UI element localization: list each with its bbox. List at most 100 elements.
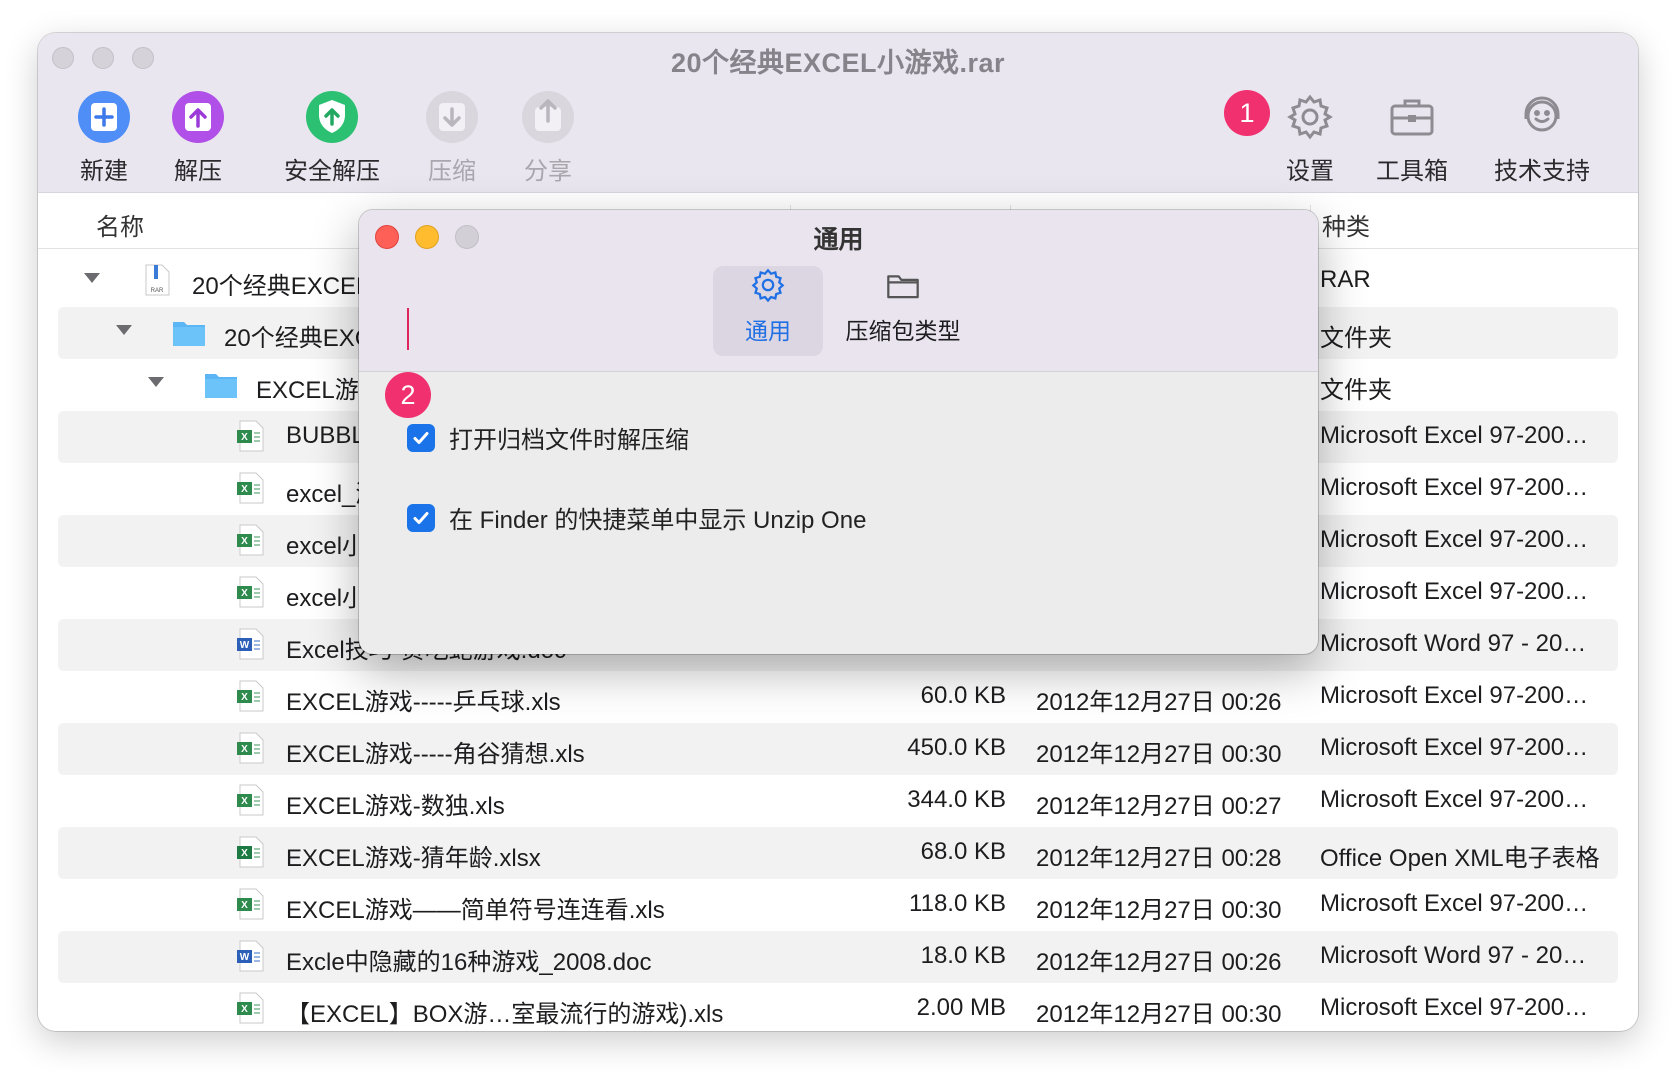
option-extract-on-open[interactable]: 打开归档文件时解压缩 bbox=[407, 420, 689, 455]
file-size: 118.0 KB bbox=[909, 890, 1006, 917]
option-finder-menu[interactable]: 在 Finder 的快捷菜单中显示 Unzip One bbox=[407, 500, 866, 535]
tab-archive-types-label: 压缩包类型 bbox=[845, 318, 961, 344]
toolbox-icon bbox=[1390, 99, 1434, 136]
file-date: 2012年12月27日 00:27 bbox=[1036, 793, 1282, 820]
extract-button[interactable]: 解压 bbox=[170, 89, 226, 186]
file-date: 2012年12月27日 00:30 bbox=[1036, 741, 1282, 768]
folder-icon bbox=[205, 374, 237, 398]
file-name: Excle中隐藏的16种游戏_2008.doc bbox=[286, 949, 652, 976]
compress-icon bbox=[426, 91, 478, 143]
file-kind: Office Open XML电子表格 bbox=[1320, 845, 1600, 872]
table-row[interactable]: X 【EXCEL】BOX游…室最流行的游戏).xls 2.00 MB 2012年12月… bbox=[58, 983, 1618, 1031]
secure-extract-label: 安全解压 bbox=[284, 158, 380, 185]
disclosure-triangle[interactable] bbox=[116, 325, 132, 335]
column-kind-header[interactable]: 种类 bbox=[1322, 207, 1370, 242]
file-name: EXCEL游戏-----乒乓球.xls bbox=[286, 689, 561, 716]
extract-icon bbox=[172, 91, 224, 143]
excel-file-icon: X bbox=[237, 680, 264, 712]
excel-file-icon: X bbox=[237, 732, 264, 764]
file-kind: Microsoft Excel 97-200… bbox=[1320, 526, 1589, 553]
shield-extract-icon bbox=[306, 91, 358, 143]
file-kind: Microsoft Excel 97-200… bbox=[1320, 474, 1589, 501]
file-kind: Microsoft Excel 97-200… bbox=[1320, 734, 1589, 761]
table-row[interactable]: X EXCEL游戏-猜年龄.xlsx 68.0 KB 2012年12月27日 00:2… bbox=[58, 827, 1618, 879]
excel-file-icon: X bbox=[237, 472, 264, 504]
excel-file-icon: X bbox=[237, 784, 264, 816]
column-name-header[interactable]: 名称 bbox=[96, 207, 144, 242]
checkmark-icon bbox=[413, 511, 429, 524]
toolbox-button[interactable]: 工具箱 bbox=[1376, 89, 1448, 186]
file-kind: Microsoft Word 97 - 20… bbox=[1320, 630, 1587, 657]
excel-file-icon: X bbox=[237, 420, 264, 452]
file-name: EXCEL游戏-数独.xls bbox=[286, 793, 505, 820]
file-size: 60.0 KB bbox=[920, 682, 1006, 709]
dialog-title: 通用 bbox=[813, 226, 864, 254]
table-row[interactable]: W Excle中隐藏的16种游戏_2008.doc 18.0 KB 2012年12月2… bbox=[58, 931, 1618, 983]
file-name: EXCEL游戏-----角谷猜想.xls bbox=[286, 741, 585, 768]
file-date: 2012年12月27日 00:30 bbox=[1036, 897, 1282, 924]
settings-label: 设置 bbox=[1286, 158, 1334, 185]
file-size: 68.0 KB bbox=[920, 838, 1006, 865]
svg-text:X: X bbox=[241, 848, 248, 859]
gear-icon bbox=[751, 268, 785, 303]
window-title: 20个经典EXCEL小游戏.rar bbox=[670, 48, 1006, 78]
file-size: 450.0 KB bbox=[907, 734, 1006, 761]
new-plus-icon bbox=[78, 91, 130, 143]
table-row[interactable]: X EXCEL游戏-数独.xls 344.0 KB 2012年12月27日 00:27… bbox=[58, 775, 1618, 827]
table-row[interactable]: X EXCEL游戏-----乒乓球.xls 60.0 KB 2012年12月27日 0… bbox=[58, 671, 1618, 723]
option-extract-on-open-label: 打开归档文件时解压缩 bbox=[449, 427, 689, 454]
text-cursor bbox=[407, 308, 409, 350]
checkbox-extract-on-open[interactable] bbox=[407, 423, 435, 452]
svg-text:X: X bbox=[241, 692, 248, 703]
file-kind: Microsoft Word 97 - 20… bbox=[1320, 942, 1587, 969]
tab-archive-types[interactable]: 压缩包类型 bbox=[833, 266, 973, 356]
checkbox-finder-menu[interactable] bbox=[407, 503, 435, 532]
svg-text:W: W bbox=[240, 640, 250, 651]
excel-file-icon: X bbox=[237, 836, 264, 868]
compress-button[interactable]: 压缩 bbox=[424, 89, 480, 186]
word-doc-icon: W bbox=[237, 940, 264, 972]
support-button[interactable]: 技术支持 bbox=[1494, 89, 1590, 186]
file-kind: 文件夹 bbox=[1320, 325, 1392, 352]
disclosure-triangle[interactable] bbox=[148, 377, 164, 387]
excel-file-icon: X bbox=[237, 888, 264, 920]
file-date: 2012年12月27日 00:26 bbox=[1036, 689, 1282, 716]
svg-text:X: X bbox=[241, 744, 248, 755]
share-button[interactable]: 分享 bbox=[520, 89, 576, 186]
svg-text:X: X bbox=[241, 588, 248, 599]
option-finder-menu-label: 在 Finder 的快捷菜单中显示 Unzip One bbox=[449, 507, 867, 534]
file-date: 2012年12月27日 00:30 bbox=[1036, 1001, 1282, 1028]
file-name: EXCEL游戏——简单符号连连看.xls bbox=[286, 897, 665, 924]
file-date: 2012年12月27日 00:26 bbox=[1036, 949, 1282, 976]
folder-icon bbox=[887, 275, 919, 299]
gear-icon bbox=[1287, 94, 1333, 140]
folder-icon bbox=[173, 322, 205, 346]
svg-text:X: X bbox=[241, 536, 248, 547]
extract-label: 解压 bbox=[174, 158, 222, 185]
excel-file-icon: X bbox=[237, 992, 264, 1024]
tab-general-label: 通用 bbox=[745, 318, 791, 344]
file-kind: Microsoft Excel 97-200… bbox=[1320, 422, 1589, 449]
support-label: 技术支持 bbox=[1494, 158, 1590, 185]
new-button[interactable]: 新建 bbox=[76, 89, 132, 186]
file-kind: RAR bbox=[1320, 266, 1371, 293]
file-size: 18.0 KB bbox=[920, 942, 1006, 969]
new-label: 新建 bbox=[80, 158, 128, 185]
support-icon bbox=[1524, 96, 1560, 132]
svg-text:W: W bbox=[240, 952, 250, 963]
file-date: 2012年12月27日 00:28 bbox=[1036, 845, 1282, 872]
toolbox-label: 工具箱 bbox=[1376, 158, 1448, 185]
word-doc-icon: W bbox=[237, 628, 264, 660]
table-row[interactable]: X EXCEL游戏——简单符号连连看.xls 118.0 KB 2012年12月27日… bbox=[58, 879, 1618, 931]
excel-file-icon: X bbox=[237, 576, 264, 608]
file-size: 2.00 MB bbox=[916, 994, 1006, 1021]
secure-extract-button[interactable]: 安全解压 bbox=[284, 89, 380, 186]
settings-button[interactable]: 设置 bbox=[1282, 89, 1338, 186]
table-row[interactable]: X EXCEL游戏-----角谷猜想.xls 450.0 KB 2012年12月27日… bbox=[58, 723, 1618, 775]
file-kind: Microsoft Excel 97-200… bbox=[1320, 994, 1589, 1021]
disclosure-triangle[interactable] bbox=[84, 273, 100, 283]
svg-text:X: X bbox=[241, 796, 248, 807]
svg-text:X: X bbox=[241, 1004, 248, 1015]
svg-text:X: X bbox=[241, 432, 248, 443]
tab-general[interactable]: 通用 bbox=[713, 266, 823, 356]
